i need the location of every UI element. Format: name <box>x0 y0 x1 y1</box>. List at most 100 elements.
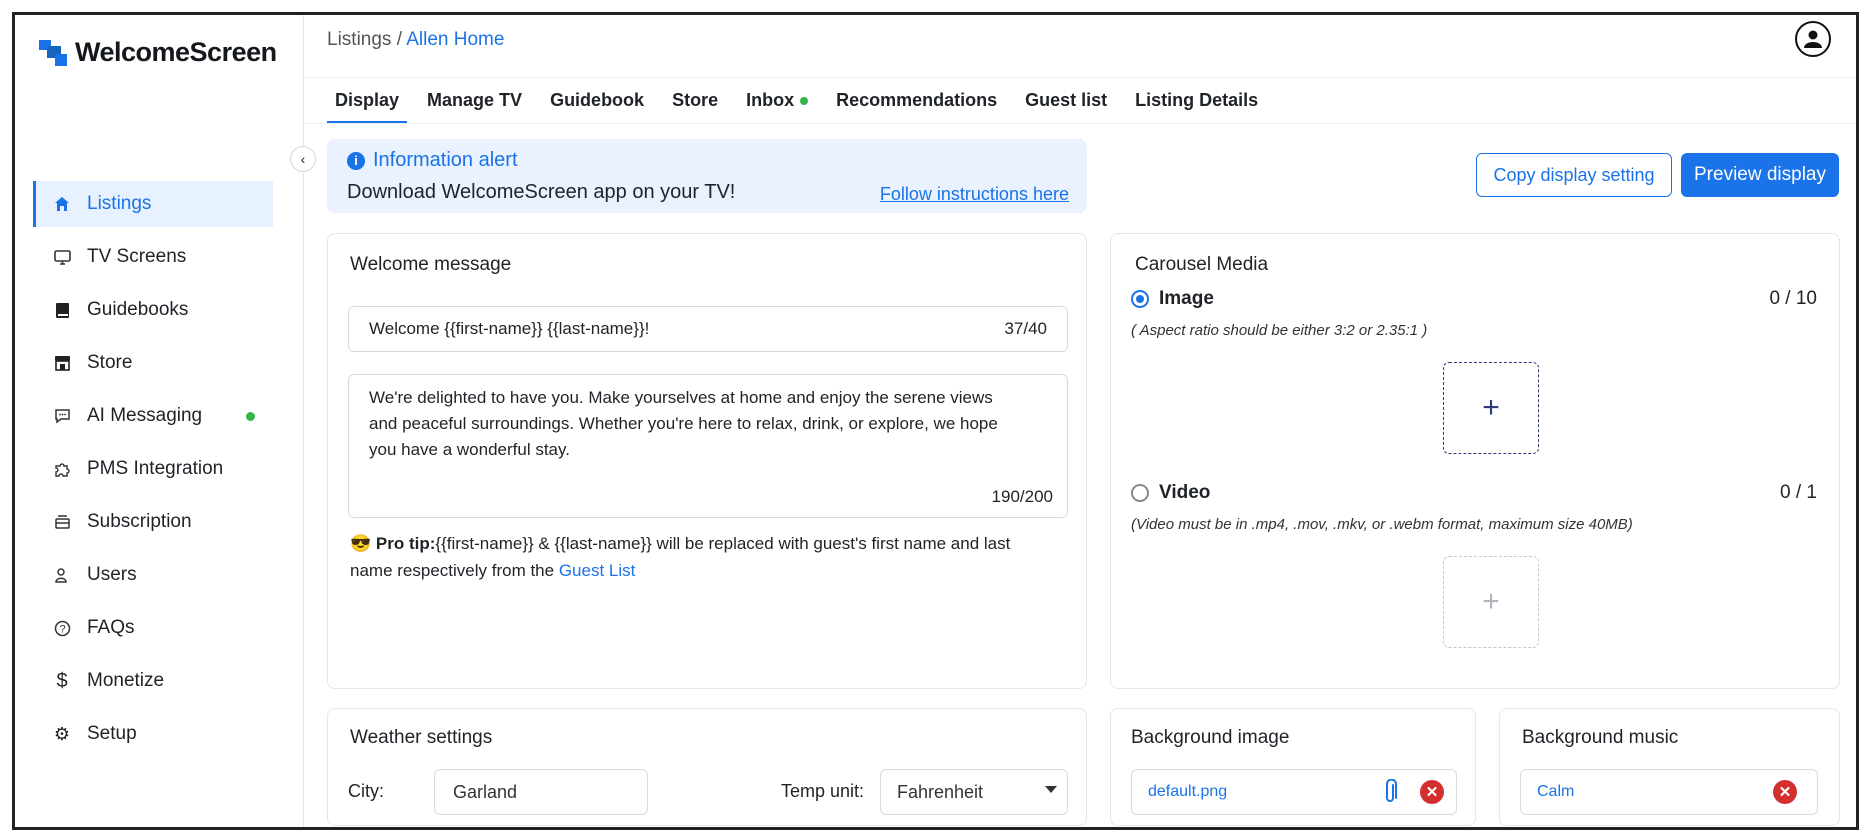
inbox-status-dot <box>800 97 809 106</box>
remove-background-music-icon[interactable]: ✕ <box>1773 780 1797 804</box>
image-radio[interactable] <box>1131 290 1149 308</box>
sidebar-item-ai-messaging[interactable]: AI Messaging <box>33 393 273 439</box>
subscription-icon <box>51 514 73 530</box>
home-icon <box>51 196 73 212</box>
breadcrumb-parent[interactable]: Listings <box>327 29 391 50</box>
dollar-icon: $ <box>56 669 68 692</box>
sidebar-item-label: FAQs <box>87 617 135 638</box>
sidebar-item-tv-screens[interactable]: TV Screens <box>33 234 273 280</box>
chevron-left-icon: ‹ <box>300 151 306 167</box>
information-alert: i Information alert Download WelcomeScre… <box>327 139 1087 213</box>
sidebar-item-monetize[interactable]: $ Monetize <box>33 658 273 704</box>
tab-store[interactable]: Store <box>664 87 726 123</box>
sidebar-item-users[interactable]: Users <box>33 552 273 598</box>
user-avatar-icon <box>1804 30 1822 48</box>
card-title: Background image <box>1131 727 1290 748</box>
preview-display-button[interactable]: Preview display <box>1681 153 1839 197</box>
logo[interactable]: WelcomeScreen <box>39 37 277 68</box>
tab-recommendations[interactable]: Recommendations <box>828 87 1005 123</box>
welcome-message-card: Welcome message Welcome {{first-name}} {… <box>327 233 1087 689</box>
guest-list-link[interactable]: Guest List <box>559 561 636 580</box>
weather-settings-card: Weather settings City: Garland Temp unit… <box>327 708 1087 826</box>
welcome-message-value: We're delighted to have you. Make yourse… <box>369 388 998 459</box>
video-count: 0 / 1 <box>1780 482 1817 503</box>
tab-inbox[interactable]: Inbox <box>738 87 816 123</box>
temp-unit-select[interactable]: Fahrenheit <box>880 769 1068 815</box>
sidebar-item-subscription[interactable]: Subscription <box>33 499 273 545</box>
sidebar-item-label: Monetize <box>87 670 165 691</box>
sidebar-item-setup[interactable]: ⚙ Setup <box>33 711 273 757</box>
sunglasses-emoji-icon: 😎 <box>350 534 372 553</box>
pro-tip-text: {{first-name}} & {{last-name}} will be r… <box>350 534 1011 580</box>
remove-background-image-icon[interactable]: ✕ <box>1420 780 1444 804</box>
tab-inbox-label: Inbox <box>746 90 795 110</box>
sidebar-item-store[interactable]: Store <box>33 340 273 386</box>
avatar[interactable] <box>1795 21 1831 57</box>
tab-divider <box>304 123 1856 124</box>
pro-tip-label: Pro tip: <box>375 534 436 553</box>
chat-icon <box>51 408 73 424</box>
header-divider <box>304 77 1856 78</box>
caret-down-icon <box>1045 786 1057 793</box>
follow-instructions-link[interactable]: Follow instructions here <box>880 184 1069 205</box>
card-title: Weather settings <box>350 727 493 748</box>
background-music-card: Background music Calm ✕ <box>1499 708 1840 826</box>
monitor-icon <box>51 249 73 265</box>
card-title: Welcome message <box>350 254 512 275</box>
breadcrumb-separator: / <box>391 29 407 50</box>
question-icon: ? <box>51 620 73 637</box>
temp-unit-label: Temp unit: <box>781 781 865 801</box>
image-upload-button[interactable]: + <box>1443 362 1539 454</box>
welcome-message-textarea[interactable]: We're delighted to have you. Make yourse… <box>348 374 1068 518</box>
copy-display-setting-button[interactable]: Copy display setting <box>1476 153 1672 197</box>
alert-body: Download WelcomeScreen app on your TV! <box>347 181 736 203</box>
paperclip-icon[interactable] <box>1382 778 1398 810</box>
carousel-media-card: Carousel Media Image 0 / 10 ( Aspect rat… <box>1110 233 1840 689</box>
tab-guidebook[interactable]: Guidebook <box>542 87 652 123</box>
tab-guest-list[interactable]: Guest list <box>1017 87 1115 123</box>
sidebar-item-label: TV Screens <box>87 246 187 267</box>
plus-icon: + <box>1482 391 1500 424</box>
logo-text: WelcomeScreen <box>75 37 277 67</box>
sidebar-nav: Listings TV Screens Guidebooks Store AI … <box>33 181 273 764</box>
sidebar-item-label: Listings <box>87 193 152 214</box>
welcome-headline-input[interactable]: Welcome {{first-name}} {{last-name}}! 37… <box>348 306 1068 352</box>
breadcrumb-current[interactable]: Allen Home <box>406 29 504 50</box>
image-radio-label: Image <box>1159 288 1214 309</box>
sidebar: WelcomeScreen Listings TV Screens Guideb… <box>15 15 304 827</box>
tab-bar: Display Manage TV Guidebook Store Inbox … <box>327 87 1278 123</box>
video-format-hint: (Video must be in .mp4, .mov, .mkv, or .… <box>1131 516 1633 533</box>
background-music-file-link[interactable]: Calm <box>1537 783 1574 801</box>
sidebar-item-faqs[interactable]: ? FAQs <box>33 605 273 651</box>
card-title: Background music <box>1522 727 1679 748</box>
tab-display[interactable]: Display <box>327 87 408 123</box>
collapse-sidebar-button[interactable]: ‹ <box>290 146 316 172</box>
logo-icon <box>39 39 67 66</box>
app-window: WelcomeScreen Listings TV Screens Guideb… <box>12 12 1859 830</box>
puzzle-icon <box>51 461 73 478</box>
sidebar-item-label: Subscription <box>87 511 192 532</box>
video-upload-button[interactable]: + <box>1443 556 1539 648</box>
status-dot <box>246 412 255 421</box>
alert-title-text: Information alert <box>373 149 518 171</box>
card-title: Carousel Media <box>1135 254 1269 275</box>
breadcrumb: Listings / Allen Home <box>327 29 504 51</box>
headline-char-counter: 37/40 <box>1004 319 1047 338</box>
video-radio[interactable] <box>1131 484 1149 502</box>
sidebar-item-pms-integration[interactable]: PMS Integration <box>33 446 273 492</box>
video-radio-label: Video <box>1159 482 1211 503</box>
background-image-field: default.png ✕ <box>1131 769 1457 815</box>
pro-tip: 😎 Pro tip:{{first-name}} & {{last-name}}… <box>350 530 1050 584</box>
background-image-file-link[interactable]: default.png <box>1148 783 1227 801</box>
store-icon <box>51 355 73 371</box>
city-input[interactable]: Garland <box>434 769 648 815</box>
tab-listing-details[interactable]: Listing Details <box>1127 87 1266 123</box>
city-value: Garland <box>453 782 518 802</box>
image-count: 0 / 10 <box>1769 288 1817 309</box>
sidebar-item-listings[interactable]: Listings <box>33 181 273 227</box>
background-music-field: Calm ✕ <box>1520 769 1818 815</box>
background-image-card: Background image default.png ✕ <box>1110 708 1476 826</box>
user-icon <box>51 567 73 583</box>
sidebar-item-guidebooks[interactable]: Guidebooks <box>33 287 273 333</box>
tab-manage-tv[interactable]: Manage TV <box>419 87 530 123</box>
